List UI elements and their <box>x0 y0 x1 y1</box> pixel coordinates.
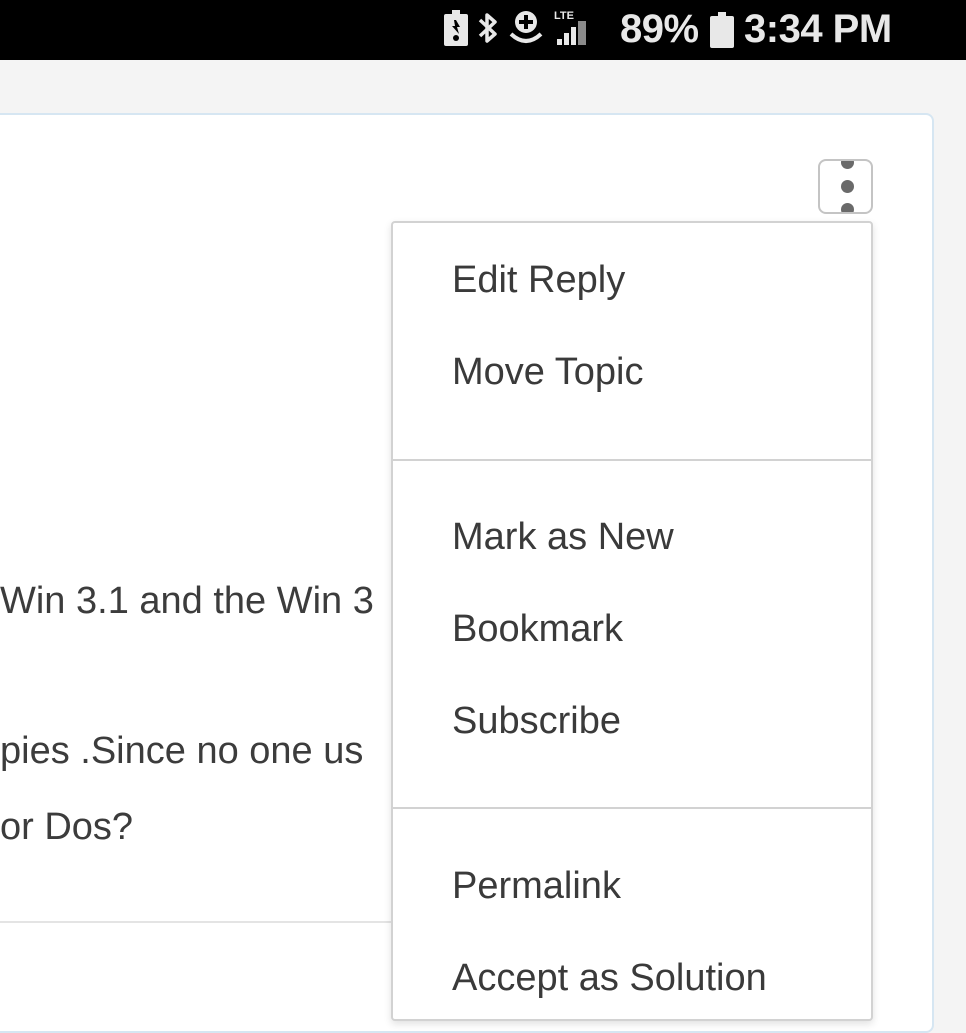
post-divider <box>0 921 400 923</box>
menu-item-subscribe[interactable]: Subscribe <box>452 700 621 743</box>
post-body-line: Win 3.1 and the Win 3 <box>0 580 374 622</box>
options-dropdown-menu: Edit Reply Move Topic Mark as New Bookma… <box>391 221 873 1021</box>
post-body-line: pies .Since no one us <box>0 730 364 772</box>
menu-item-move-topic[interactable]: Move Topic <box>452 351 644 394</box>
battery-saver-icon <box>444 9 468 51</box>
menu-separator <box>393 807 871 809</box>
battery-icon <box>710 12 734 53</box>
post-body-line: or Dos? <box>0 806 134 848</box>
bluetooth-icon <box>477 10 499 51</box>
status-time: 3:34 PM <box>744 7 892 51</box>
status-icons: LTE <box>444 9 598 52</box>
menu-item-mark-as-new[interactable]: Mark as New <box>452 516 674 559</box>
battery-percent: 89% <box>620 7 699 51</box>
data-saver-icon <box>508 10 544 51</box>
menu-separator <box>393 459 871 461</box>
svg-text:LTE: LTE <box>554 10 574 22</box>
status-bar: LTE 89% 3:34 PM <box>0 0 966 60</box>
menu-item-bookmark[interactable]: Bookmark <box>452 608 623 651</box>
options-menu-button[interactable] <box>818 159 873 214</box>
menu-item-accept-as-solution[interactable]: Accept as Solution <box>452 957 767 1000</box>
menu-item-edit-reply[interactable]: Edit Reply <box>452 259 625 302</box>
menu-item-permalink[interactable]: Permalink <box>452 865 621 908</box>
lte-signal-icon: LTE <box>553 9 589 52</box>
